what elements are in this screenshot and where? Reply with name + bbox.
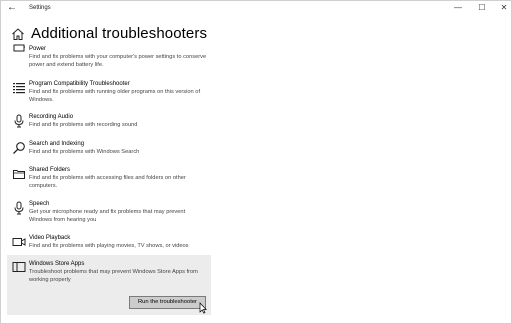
troubleshooter-recording-audio[interactable]: Recording Audio Find and fix problems wi… [7, 113, 211, 135]
shared-folder-icon [13, 170, 25, 179]
settings-window: ← Settings — ☐ ✕ Additional troubleshoot… [0, 0, 512, 324]
home-icon[interactable] [11, 27, 25, 41]
item-name: Program Compatibility Troubleshooter [29, 81, 130, 87]
page-title: Additional troubleshooters [31, 25, 208, 42]
item-description: Find and fix problems with running older… [29, 89, 201, 103]
mouse-cursor-icon [199, 302, 207, 314]
minimize-button[interactable]: — [447, 1, 469, 15]
item-description: Find and fix problems with accessing fil… [29, 175, 186, 189]
search-icon [13, 142, 25, 154]
item-description: Find and fix problems with playing movie… [29, 243, 189, 249]
power-icon [13, 44, 25, 52]
title-bar: ← Settings — ☐ ✕ [1, 1, 511, 15]
troubleshooter-shared-folders[interactable]: Shared Folders Find and fix problems wit… [7, 166, 211, 194]
list-icon [13, 83, 25, 94]
store-apps-icon [12, 262, 26, 272]
run-troubleshooter-button[interactable]: Run the troubleshooter [129, 296, 206, 309]
maximize-button[interactable]: ☐ [471, 1, 493, 15]
item-name: Power [29, 46, 47, 52]
close-button[interactable]: ✕ [493, 1, 512, 15]
troubleshooter-power[interactable]: Power Find and fix problems with your co… [7, 44, 211, 75]
back-button[interactable]: ← [5, 2, 19, 14]
microphone-icon [14, 114, 24, 128]
item-description: Find and fix problems with your computer… [29, 54, 207, 68]
item-name: Search and Indexing [29, 141, 85, 147]
item-name: Speech [29, 201, 50, 207]
item-description: Get your microphone ready and fix proble… [29, 209, 186, 223]
item-description: Find and fix problems with recording sou… [29, 122, 138, 128]
video-icon [12, 238, 26, 246]
item-name: Recording Audio [29, 114, 74, 120]
item-description: Troubleshoot problems that may prevent W… [29, 269, 198, 283]
item-name: Shared Folders [29, 167, 71, 173]
microphone-icon [14, 201, 24, 215]
troubleshooter-search-indexing[interactable]: Search and Indexing Find and fix problem… [7, 140, 211, 162]
app-title: Settings [29, 5, 51, 11]
item-description: Find and fix problems with Windows Searc… [29, 149, 140, 155]
troubleshooter-video-playback[interactable]: Video Playback Find and fix problems wit… [7, 234, 211, 256]
item-name: Video Playback [29, 235, 71, 241]
item-name: Windows Store Apps [29, 261, 85, 267]
troubleshooter-speech[interactable]: Speech Get your microphone ready and fix… [7, 200, 211, 228]
troubleshooter-program-compatibility[interactable]: Program Compatibility Troubleshooter Fin… [7, 80, 211, 108]
